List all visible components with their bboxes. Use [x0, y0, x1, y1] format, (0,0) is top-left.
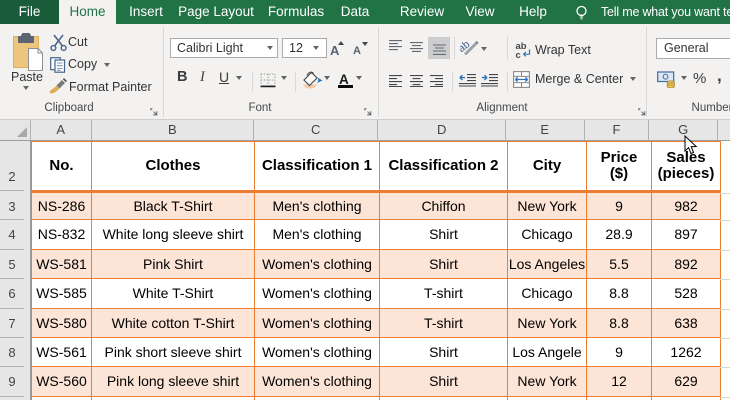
svg-text:c: c — [516, 50, 521, 59]
